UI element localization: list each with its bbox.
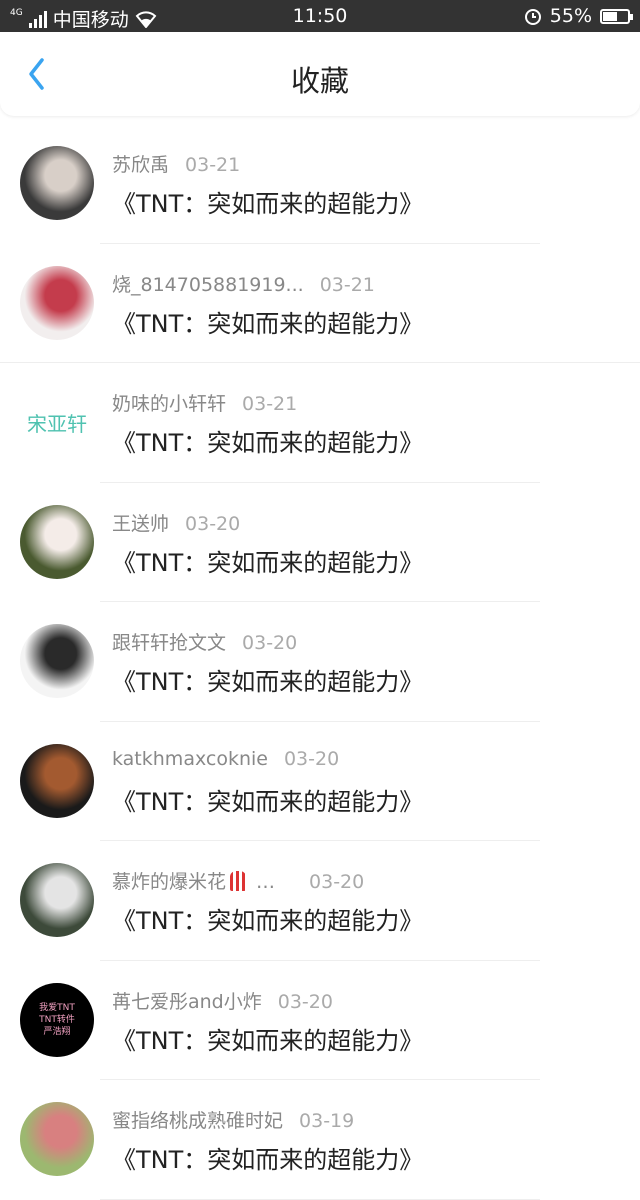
item-title[interactable]: 《TNT：突如而来的超能力》 [112,304,423,339]
item-meta: 蜜指络桃成熟碓时妃 03-19 [112,1106,354,1133]
item-date: 03-20 [309,871,365,893]
username[interactable]: 王送帅 [112,513,169,535]
item-title[interactable]: 《TNT：突如而来的超能力》 [112,901,423,936]
item-title[interactable]: 《TNT：突如而来的超能力》 [112,782,423,817]
item-date: 03-20 [185,512,241,535]
avatar[interactable] [20,743,94,818]
status-right: 55% [524,5,633,27]
avatar-text-line: 我爱TNT [39,1002,75,1013]
popcorn-emoji-icon [230,871,247,891]
avatar[interactable] [20,265,94,340]
item-date: 03-21 [319,273,375,296]
favorites-list: 苏欣禹 03-21 《TNT：突如而来的超能力》 烧_814705881919... 0… [0,124,640,1200]
list-item[interactable]: 王送帅 03-20 《TNT：突如而来的超能力》 [0,483,640,602]
item-date: 03-21 [185,154,241,176]
page-title: 收藏 [290,64,349,98]
avatar[interactable] [20,1102,94,1176]
list-item[interactable]: 我爱TNT TNT转件 严浩翔 苒七爱彤and小炸 03-20 《TNT：突如而来的超能力… [0,961,640,1080]
item-title[interactable]: 《TNT：突如而来的超能力》 [112,184,423,219]
list-item[interactable]: katkhmaxcoknie 03-20 《TNT：突如而来的超能力》 [0,722,640,841]
list-item[interactable]: 跟轩轩抢文文 03-20 《TNT：突如而来的超能力》 [0,602,640,722]
username[interactable]: 烧_814705881919... [112,274,304,296]
avatar[interactable]: 宋亚轩 [20,385,94,459]
item-meta: 奶味的小轩轩 03-21 [112,389,297,416]
item-meta: 跟轩轩抢文文 03-20 [112,628,297,655]
item-meta: 烧_814705881919... 03-21 [112,270,375,297]
item-meta: 王送帅 03-20 [112,509,240,536]
item-date: 03-20 [283,747,340,770]
avatar-text-line: TNT转件 [39,1014,75,1025]
item-date: 03-20 [242,632,298,654]
username[interactable]: 慕炸的爆米花 [112,871,226,893]
username[interactable]: 苒七爱彤and小炸 [112,991,262,1013]
item-title[interactable]: 《TNT：突如而来的超能力》 [112,1021,423,1056]
list-item[interactable]: 苏欣禹 03-21 《TNT：突如而来的超能力》 [0,124,640,244]
username-ellipsis: … [256,871,276,893]
list-item[interactable]: 烧_814705881919... 03-21 《TNT：突如而来的超能力》 [0,244,640,363]
item-date: 03-19 [299,1110,355,1132]
battery-percent: 55% [549,5,592,27]
list-item[interactable]: 慕炸的爆米花 … 03-20 《TNT：突如而来的超能力》 [0,841,640,961]
list-item[interactable]: 宋亚轩 奶味的小轩轩 03-21 《TNT：突如而来的超能力》 [0,363,640,483]
item-meta: 苏欣禹 03-21 [112,150,240,177]
avatar-text: 宋亚轩 [27,411,87,436]
battery-icon [600,8,633,24]
item-meta: 慕炸的爆米花 … 03-20 [112,867,364,894]
item-meta: 苒七爱彤and小炸 03-20 [112,987,333,1014]
item-title[interactable]: 《TNT：突如而来的超能力》 [112,543,423,578]
item-meta: katkhmaxcoknie 03-20 [112,748,339,770]
avatar[interactable]: 我爱TNT TNT转件 严浩翔 [20,982,94,1057]
item-title[interactable]: 《TNT：突如而来的超能力》 [112,1140,423,1175]
item-title[interactable]: 《TNT：突如而来的超能力》 [112,662,423,697]
list-item[interactable]: 蜜指络桃成熟碓时妃 03-19 《TNT：突如而来的超能力》 [0,1080,640,1200]
avatar[interactable] [20,624,94,698]
username[interactable]: katkhmaxcoknie [112,748,268,770]
username[interactable]: 苏欣禹 [112,154,169,176]
item-date: 03-21 [242,393,298,415]
username[interactable]: 奶味的小轩轩 [112,393,226,415]
item-title[interactable]: 《TNT：突如而来的超能力》 [112,423,423,458]
username[interactable]: 跟轩轩抢文文 [112,632,226,654]
item-date: 03-20 [277,990,333,1013]
username[interactable]: 蜜指络桃成熟碓时妃 [112,1110,283,1132]
alarm-icon [524,9,541,25]
avatar[interactable] [20,146,94,220]
nav-bar: 收藏 [0,32,640,116]
avatar[interactable] [20,863,94,937]
avatar[interactable] [20,504,94,579]
avatar-text-line: 严浩翔 [43,1026,71,1037]
divider [100,1198,540,1200]
status-bar: 4G 中国移动 11:50 55% [0,0,640,32]
